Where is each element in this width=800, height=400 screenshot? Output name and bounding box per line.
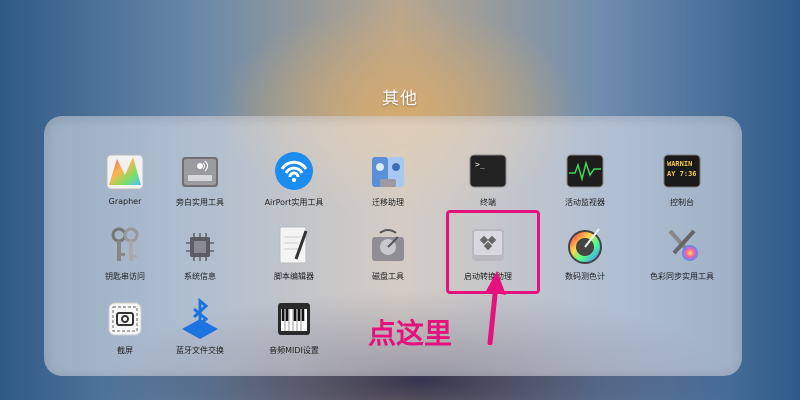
app-label: 数码测色计 <box>565 272 605 281</box>
app-activity-monitor[interactable]: 活动监视器 <box>540 149 630 208</box>
app-airport-utility[interactable]: AirPort实用工具 <box>249 149 339 208</box>
annotation-text: 点这里 <box>368 317 453 350</box>
app-label: 控制台 <box>670 198 694 207</box>
app-disk-utility[interactable]: 磁盘工具 <box>343 223 433 282</box>
app-script-editor[interactable]: 脚本编辑器 <box>249 223 339 282</box>
app-label: 蓝牙文件交换 <box>176 346 224 355</box>
app-label: 音频MIDI设置 <box>269 346 319 355</box>
colorsync-utility-icon <box>660 223 704 267</box>
app-colorsync-utility[interactable]: 色彩同步实用工具 <box>637 223 727 282</box>
terminal-icon: >_ <box>466 149 510 193</box>
app-label: 系统信息 <box>184 272 216 281</box>
app-system-information[interactable]: 系统信息 <box>155 223 245 282</box>
app-bluetooth-file-exchange[interactable]: 蓝牙文件交换 <box>155 297 245 356</box>
arrow-up-icon <box>470 265 510 345</box>
app-label: 脚本编辑器 <box>274 272 314 281</box>
app-console[interactable]: WARNIN AY 7:36 控制台 <box>637 149 727 208</box>
screenshot-icon <box>103 297 147 341</box>
app-label: 磁盘工具 <box>372 272 404 281</box>
migration-assistant-icon <box>366 149 410 193</box>
audio-midi-setup-icon <box>272 297 316 341</box>
system-information-icon <box>178 223 222 267</box>
bluetooth-file-exchange-icon <box>178 297 222 341</box>
app-label: 迁移助理 <box>372 198 404 207</box>
disk-utility-icon <box>366 223 410 267</box>
app-terminal[interactable]: >_ 终端 <box>443 149 533 208</box>
app-audio-midi-setup[interactable]: 音频MIDI设置 <box>249 297 339 356</box>
keychain-access-icon <box>103 223 147 267</box>
grapher-icon <box>103 149 147 193</box>
app-label: 终端 <box>480 198 496 207</box>
terminal-prompt: >_ <box>475 160 485 169</box>
app-label: 旁白实用工具 <box>176 198 224 207</box>
app-migration-assistant[interactable]: 迁移助理 <box>343 149 433 208</box>
app-label: AirPort实用工具 <box>264 198 324 207</box>
console-icon: WARNIN AY 7:36 <box>660 149 704 193</box>
svg-text:AY 7:36: AY 7:36 <box>667 170 697 178</box>
svg-text:WARNIN: WARNIN <box>667 160 692 168</box>
digital-color-meter-icon <box>563 223 607 267</box>
app-digital-color-meter[interactable]: 数码测色计 <box>540 223 630 282</box>
script-editor-icon <box>272 223 316 267</box>
airport-utility-icon <box>272 149 316 193</box>
activity-monitor-icon <box>563 149 607 193</box>
app-label: 活动监视器 <box>565 198 605 207</box>
app-voiceover-utility[interactable]: 旁白实用工具 <box>155 149 245 208</box>
app-label: 色彩同步实用工具 <box>650 272 714 281</box>
folder-title[interactable]: 其他 <box>0 84 800 109</box>
voiceover-utility-icon <box>178 149 222 193</box>
